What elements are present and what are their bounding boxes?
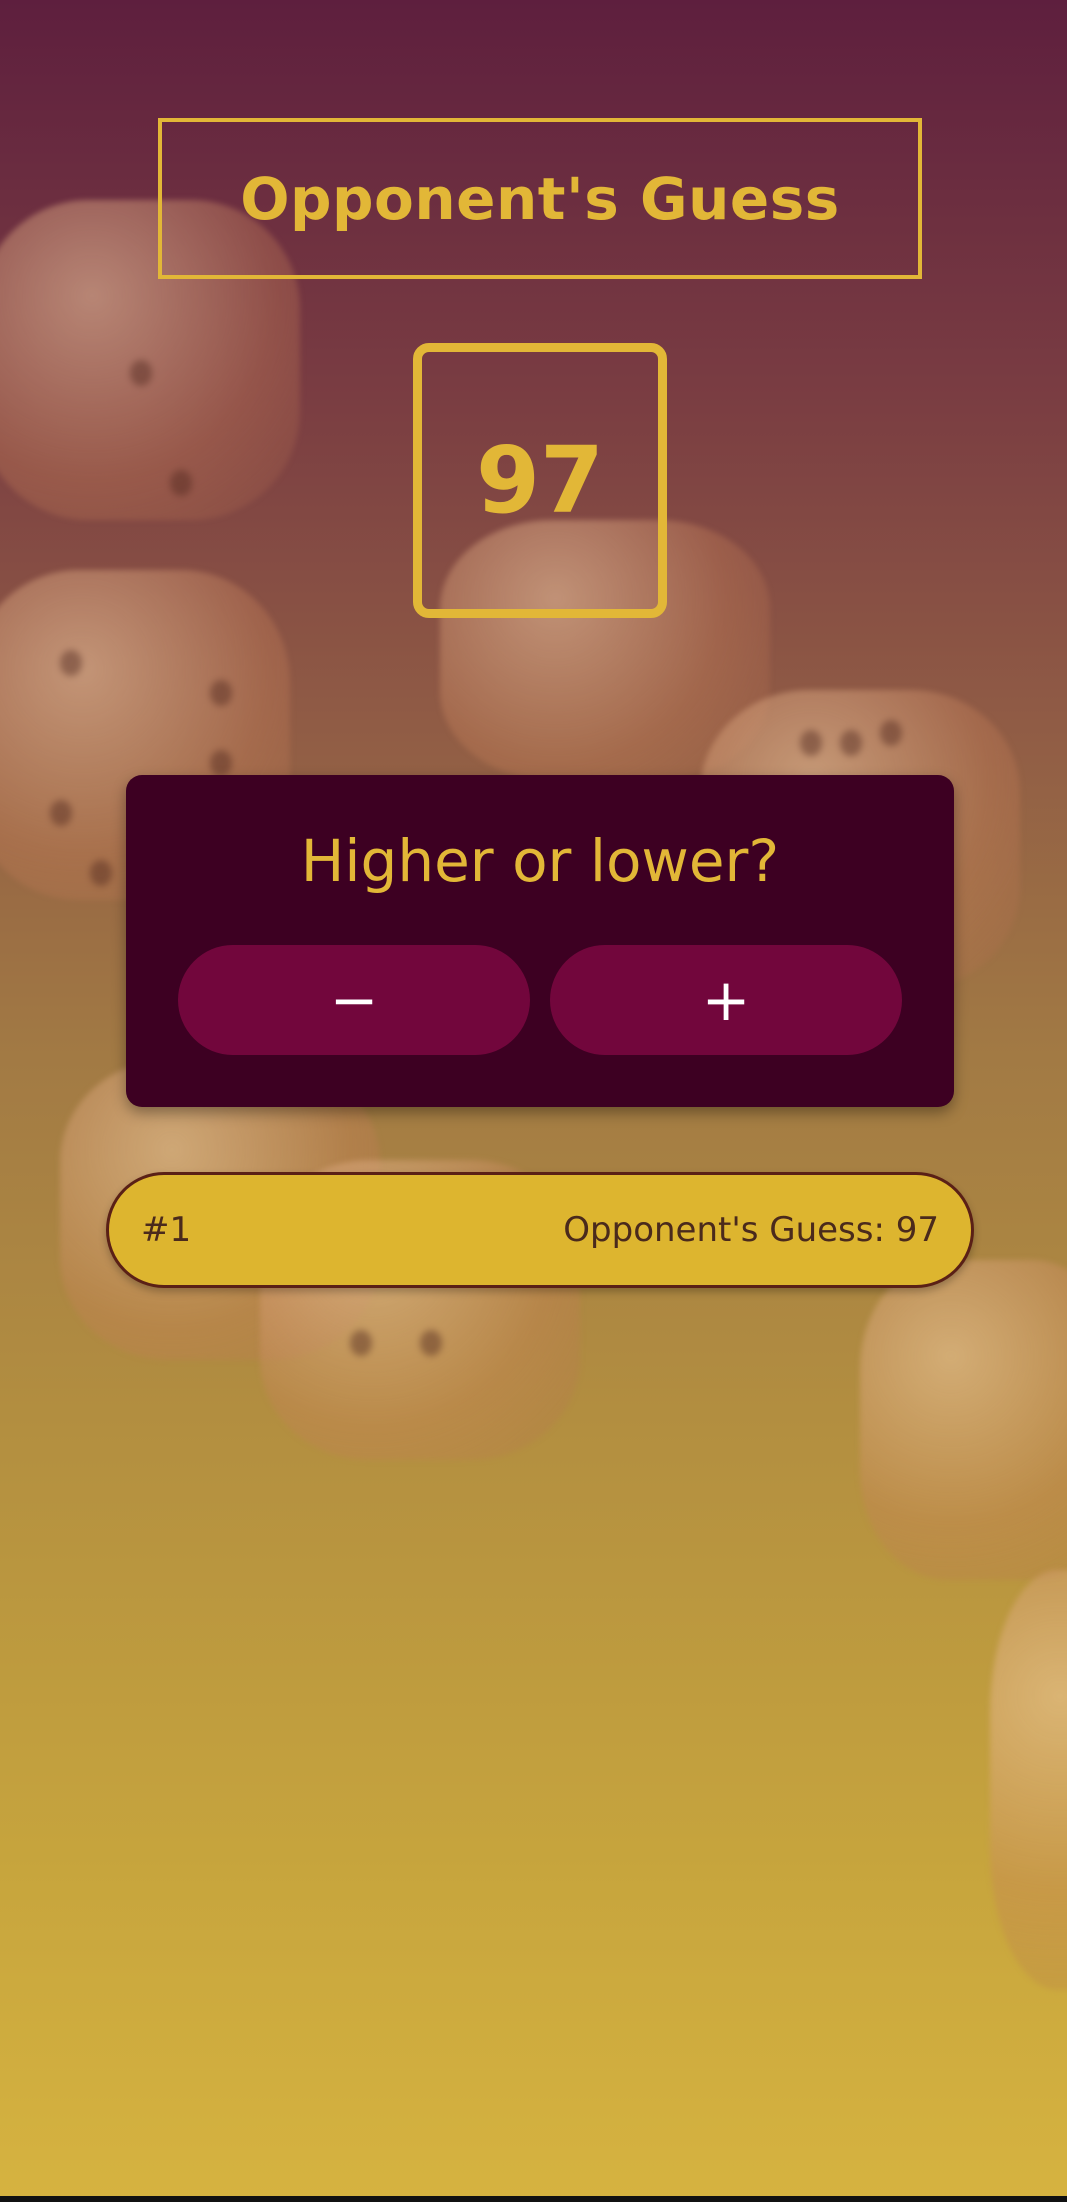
guess-round-number: #1 xyxy=(141,1210,192,1250)
minus-icon: − xyxy=(329,966,379,1034)
die-decoration xyxy=(990,1570,1067,1990)
bottom-edge xyxy=(0,2196,1067,2202)
current-guess-number: 97 xyxy=(475,427,605,534)
screen-title-box: Opponent's Guess xyxy=(158,118,922,279)
lower-button[interactable]: − xyxy=(178,945,530,1055)
die-decoration xyxy=(860,1260,1067,1580)
higher-button[interactable]: + xyxy=(550,945,902,1055)
higher-lower-question: Higher or lower? xyxy=(300,827,780,895)
screen-title: Opponent's Guess xyxy=(240,164,840,233)
plus-icon: + xyxy=(701,966,751,1034)
higher-lower-card: Higher or lower? − + xyxy=(126,775,954,1107)
guess-number-container: 97 xyxy=(413,343,667,618)
guess-log-text: Opponent's Guess: 97 xyxy=(563,1210,939,1250)
guess-log-item: #1 Opponent's Guess: 97 xyxy=(106,1172,974,1288)
